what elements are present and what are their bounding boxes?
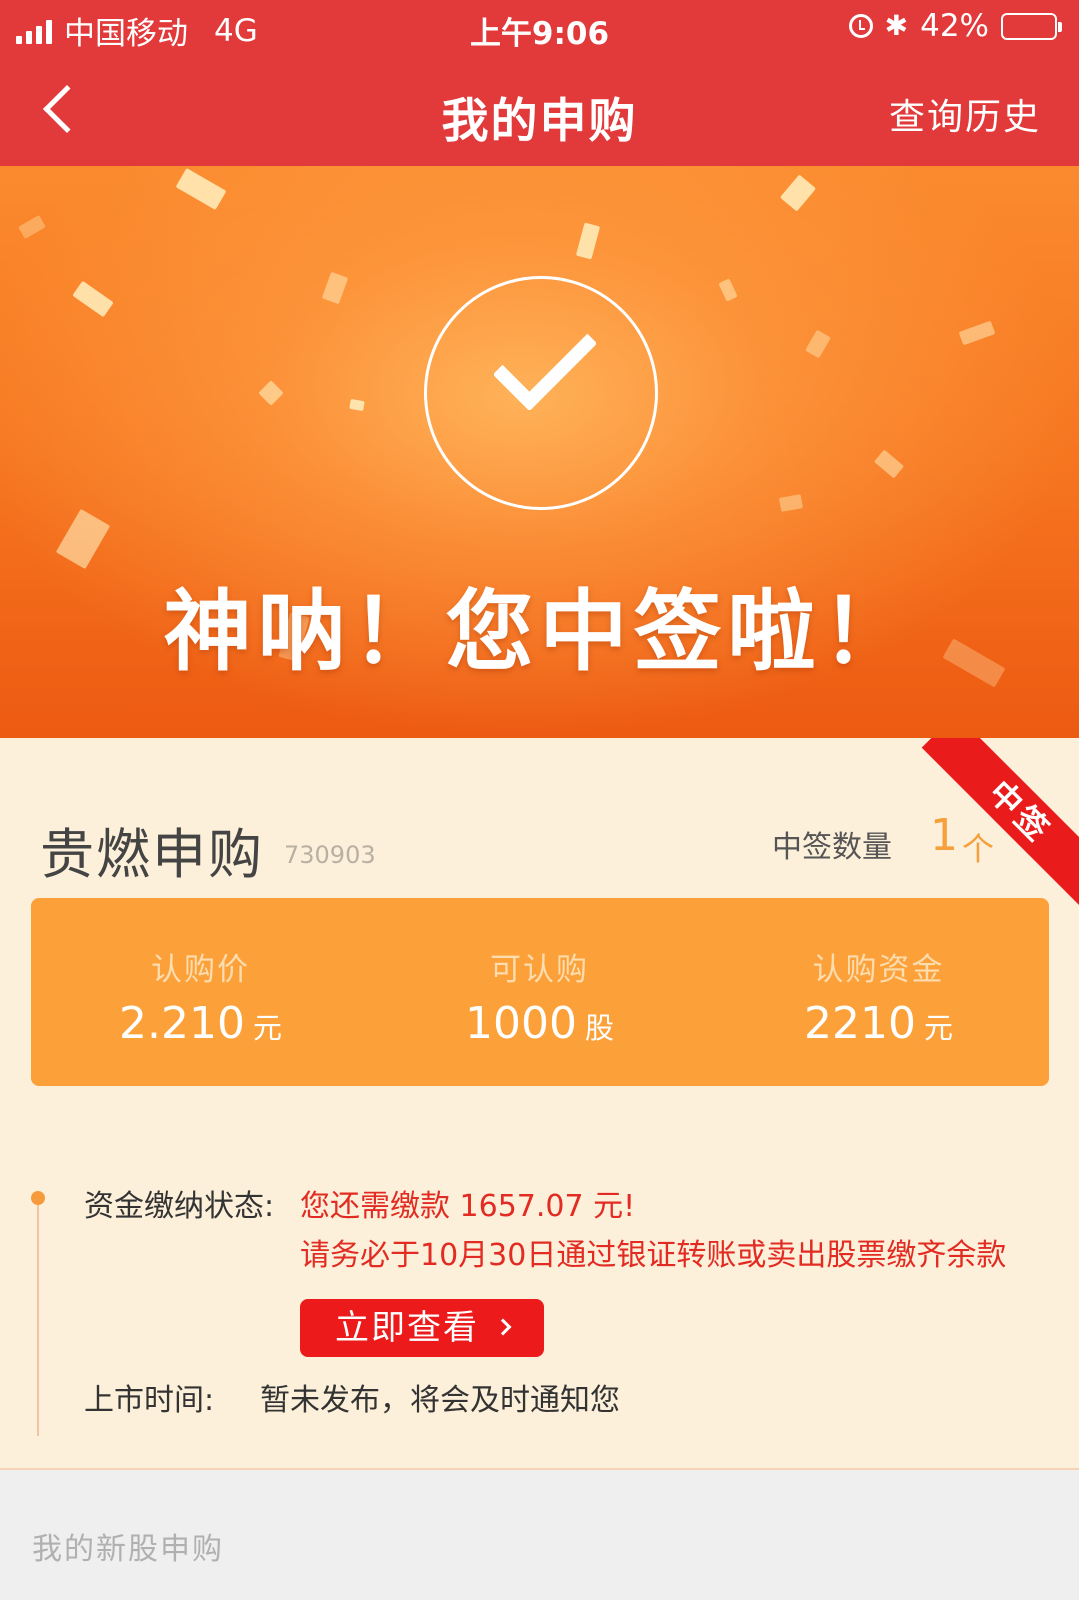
summary-value-row: 2.210 元 [31,998,370,1049]
view-now-label: 立即查看 [335,1308,479,1348]
summary-label: 可认购 [490,952,589,988]
confetti-piece [958,320,996,346]
summary-value-row: 1000 股 [370,998,709,1049]
payment-deadline-text: 请务必于10月30日通过银证转账或卖出股票缴齐余款 [300,1238,1007,1273]
listing-time-value: 暂未发布，将会及时通知您 [260,1383,620,1418]
summary-unit: 元 [923,1011,953,1045]
confetti-piece [873,449,905,479]
nav-bar: 我的申购 查询历史 [0,56,1079,166]
stock-name: 贵燃申购 [40,823,264,886]
section-divider [0,1468,1079,1470]
summary-value: 2.210 [119,998,245,1049]
confetti-piece [72,280,114,318]
confetti-piece [575,222,601,260]
summary-quantity: 可认购 1000 股 [370,898,709,1086]
summary-funds: 认购资金 2210 元 [709,898,1048,1086]
confetti-piece [321,271,349,305]
stock-code: 730903 [284,841,376,869]
battery-percent: 42% [920,8,989,44]
confetti-piece [18,214,46,240]
payment-status-label: 资金缴纳状态: [84,1189,275,1224]
confetti-piece [718,278,738,302]
confetti-piece [805,329,831,359]
winning-count-unit: 个 [962,830,995,868]
listing-time-label: 上市时间: [84,1383,215,1418]
check-mark [492,306,598,412]
summary-value-row: 2210 元 [709,998,1048,1049]
confetti-piece [175,167,227,211]
confetti-piece [349,398,365,412]
summary-value: 2210 [804,998,916,1049]
summary-unit: 元 [252,1011,282,1045]
confetti-piece [779,174,817,212]
timeline-line [37,1198,39,1436]
success-banner: 神呐！您中签啦！ [0,166,1079,738]
status-right: ✱ 42% [848,8,1062,44]
confetti-piece [778,494,804,512]
winning-count-label: 中签数量 [772,830,892,865]
summary-label: 认购资金 [812,952,945,988]
confetti-piece [258,380,284,406]
check-circle-icon [424,276,658,510]
alarm-icon [848,14,873,38]
summary-value: 1000 [465,998,577,1049]
chevron-right-icon [494,1318,512,1335]
battery-icon [1001,12,1062,40]
payment-due-text: 您还需缴款 1657.07 元! [300,1189,636,1224]
subscription-summary: 认购价 2.210 元 可认购 1000 股 认购资金 2210 元 [31,898,1049,1086]
timeline-dot [31,1191,45,1205]
summary-price: 认购价 2.210 元 [31,898,370,1086]
my-ipo-subscriptions-title: 我的新股申购 [32,1532,224,1567]
query-history-button[interactable]: 查询历史 [889,88,1041,140]
summary-label: 认购价 [151,952,250,988]
view-now-button[interactable]: 立即查看 [300,1299,544,1357]
success-message: 神呐！您中签啦！ [163,580,916,683]
status-bar: 中国移动 4G 上午9:06 ✱ 42% [0,0,1079,56]
summary-unit: 股 [584,1011,614,1045]
bluetooth-icon: ✱ [884,9,909,42]
winning-count-value: 1 [930,810,958,861]
subscription-result-card: 中签 贵燃申购 730903 中签数量 1 个 认购价 2.210 元 可认购 1… [0,738,1079,1468]
